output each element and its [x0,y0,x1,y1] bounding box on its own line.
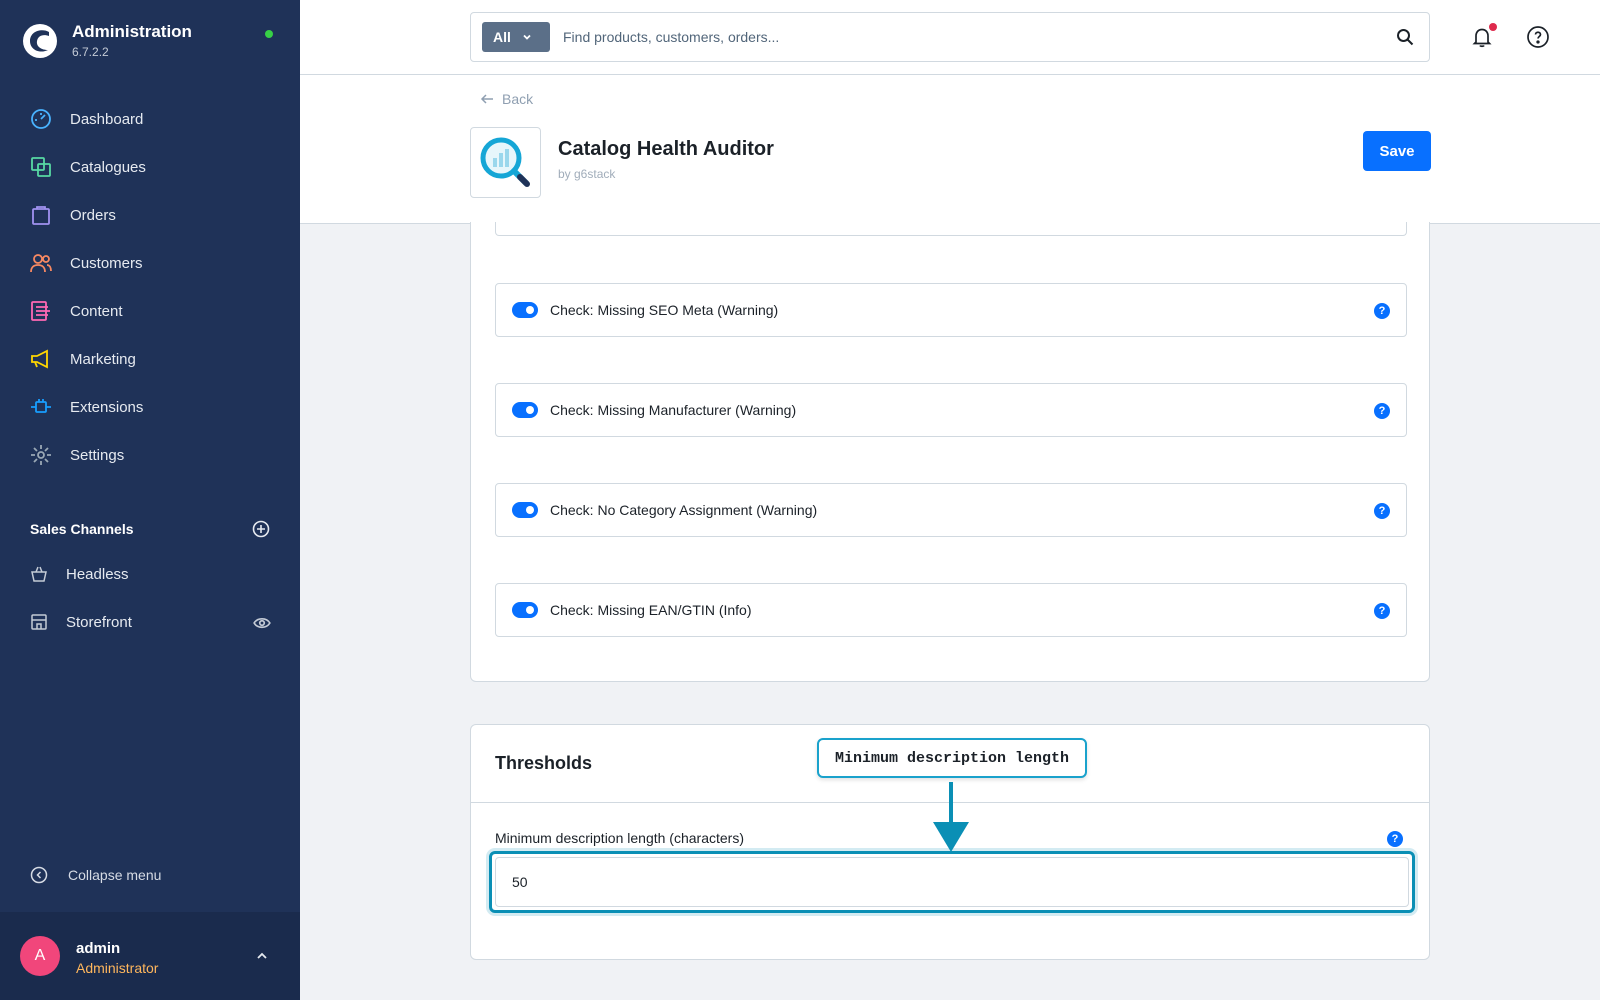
shopware-logo-icon [23,23,57,58]
check-label: Check: Missing EAN/GTIN (Info) [550,602,752,618]
notification-badge [1489,23,1497,31]
sales-channels-header: Sales Channels [30,520,270,538]
nav-item-dashboard[interactable]: Dashboard [0,95,300,143]
min-description-length-label: Minimum description length (characters) [495,830,744,846]
orders-icon [32,206,50,225]
annotation-arrow-icon [933,782,969,852]
check-label: Check: No Category Assignment (Warning) [550,502,818,518]
top-header: All [300,0,1600,75]
sales-channel-label: Storefront [66,613,132,631]
add-sales-channel-icon[interactable] [252,520,270,538]
search-icon[interactable] [1396,28,1414,46]
collapse-icon [30,866,48,884]
check-row-category: Check: No Category Assignment (Warning) … [495,483,1407,537]
user-role: Administrator [76,960,159,976]
nav-label: Customers [70,254,143,272]
nav-label: Marketing [70,350,136,368]
annotation-callout: Minimum description length [817,738,1087,778]
help-tooltip-icon[interactable]: ? [1374,603,1390,619]
min-description-length-input[interactable] [495,857,1409,907]
page-title: Catalog Health Auditor [558,138,774,160]
extensions-icon [31,399,51,413]
toggle-switch[interactable] [512,302,538,318]
help-tooltip-icon[interactable]: ? [1387,831,1403,847]
checks-card: Check: Missing SEO Meta (Warning) ? Chec… [470,222,1430,682]
basket-icon [31,566,47,582]
collapse-menu[interactable]: Collapse menu [30,866,161,884]
nav-item-extensions[interactable]: Extensions [0,383,300,431]
eye-icon[interactable] [253,614,271,632]
toggle-switch[interactable] [512,502,538,518]
brand-title: Administration [72,22,192,41]
back-label: Back [502,91,534,107]
nav-label: Content [70,302,123,320]
check-label: Check: Missing Manufacturer (Warning) [550,402,797,418]
nav-label: Extensions [70,398,144,416]
check-label: Check: Missing SEO Meta (Warning) [550,302,779,318]
chevron-down-icon [523,34,531,40]
user-menu[interactable]: A admin Administrator [0,912,300,1000]
thresholds-title: Thresholds [495,753,593,773]
nav-label: Dashboard [70,110,144,128]
sales-channel-label: Headless [66,565,129,583]
settings-icon [31,445,51,465]
sidebar: Administration 6.7.2.2 Dashboard Catalog… [0,0,300,1000]
brand-version: 6.7.2.2 [72,45,109,59]
content-icon [31,301,50,321]
check-row-ean-gtin: Check: Missing EAN/GTIN (Info) ? [495,583,1407,637]
arrow-left-icon [480,94,493,104]
nav-item-content[interactable]: Content [0,287,300,335]
help-tooltip-icon[interactable]: ? [1374,303,1390,319]
app-author: by g6stack [558,167,616,181]
back-link[interactable]: Back [480,91,533,107]
toggle-switch[interactable] [512,402,538,418]
marketing-icon [31,349,48,369]
smart-bar: Back Catalog Health Auditor by g6stack S… [300,75,1600,224]
toggle-switch[interactable] [512,602,538,618]
help-icon[interactable] [1526,25,1550,49]
main-nav: Dashboard Catalogues Orders Customers Co… [0,95,300,479]
nav-item-marketing[interactable]: Marketing [0,335,300,383]
help-tooltip-icon[interactable]: ? [1374,503,1390,519]
catalogue-icon [31,157,51,177]
brand[interactable]: Administration 6.7.2.2 [22,22,192,59]
save-button[interactable]: Save [1363,131,1431,171]
nav-label: Settings [70,446,125,464]
app-icon [470,127,541,198]
collapse-label: Collapse menu [68,867,162,883]
sales-channels-title: Sales Channels [30,521,134,537]
global-search: All [470,12,1430,62]
dashboard-icon [31,109,51,129]
chevron-up-icon[interactable] [254,948,270,964]
sales-channel-headless[interactable]: Headless [0,550,300,598]
customers-icon [30,254,52,273]
magnifier-chart-icon [480,137,530,187]
check-row-manufacturer: Check: Missing Manufacturer (Warning) ? [495,383,1407,437]
nav-item-catalogues[interactable]: Catalogues [0,143,300,191]
help-tooltip-icon[interactable]: ? [1374,403,1390,419]
online-status-dot [265,30,273,38]
previous-check-row [495,222,1407,236]
nav-label: Catalogues [70,158,146,176]
sales-channels-list: Headless Storefront [0,550,300,646]
search-type-label: All [493,29,511,45]
storefront-icon [31,614,47,630]
nav-item-orders[interactable]: Orders [0,191,300,239]
nav-item-customers[interactable]: Customers [0,239,300,287]
search-type-select[interactable]: All [482,22,550,52]
search-input[interactable] [563,21,1363,53]
check-row-seo-meta: Check: Missing SEO Meta (Warning) ? [495,283,1407,337]
user-name: admin [76,940,121,957]
sales-channel-storefront[interactable]: Storefront [0,598,300,646]
nav-item-settings[interactable]: Settings [0,431,300,479]
nav-label: Orders [70,206,116,224]
avatar: A [20,936,60,976]
